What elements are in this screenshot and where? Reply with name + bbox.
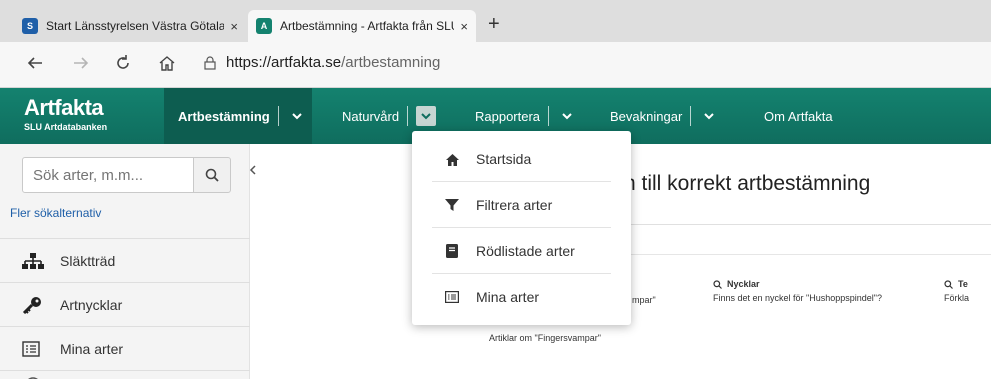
menu-item-mina-arter[interactable]: Mina arter bbox=[412, 274, 631, 320]
home-icon[interactable] bbox=[158, 54, 176, 76]
page-title: n till korrekt artbestämning bbox=[624, 172, 871, 195]
nav-label: Rapportera bbox=[475, 108, 541, 124]
browser-tab-artbestamning[interactable]: A Artbestämning - Artfakta från SLU × bbox=[248, 10, 476, 42]
menu-item-rodlistade-arter[interactable]: Rödlistade arter bbox=[412, 228, 631, 274]
list-icon bbox=[444, 291, 460, 303]
sidebar-item-slakttrad[interactable]: Släktträd bbox=[0, 240, 250, 282]
back-arrow-icon[interactable] bbox=[26, 54, 44, 76]
search-icon bbox=[205, 168, 219, 182]
sidebar: Fler sökalternativ Släktträd Artnycklar … bbox=[0, 144, 256, 379]
hint-te[interactable]: Te Förkla bbox=[944, 279, 969, 303]
sidebar-item-label: Mina arter bbox=[60, 341, 124, 357]
home-icon bbox=[444, 153, 460, 166]
chevron-down-icon[interactable] bbox=[416, 106, 437, 126]
browser-toolbar: https://artfakta.se/artbestamning bbox=[0, 42, 991, 88]
logo-subtitle: SLU Artdatabanken bbox=[24, 122, 108, 132]
search-icon bbox=[944, 279, 953, 289]
nav-label: Artbestämning bbox=[178, 108, 270, 124]
nav-label: Om Artfakta bbox=[764, 108, 833, 124]
search-button[interactable] bbox=[193, 157, 231, 193]
title-divider bbox=[612, 224, 991, 225]
collapse-sidebar-icon[interactable] bbox=[249, 164, 257, 178]
nav-label: Naturvård bbox=[342, 108, 400, 124]
menu-item-label: Rödlistade arter bbox=[476, 243, 575, 259]
tree-icon bbox=[22, 253, 50, 269]
search-icon bbox=[713, 279, 722, 289]
browser-tabstrip: S Start Länsstyrelsen Västra Götala × A … bbox=[0, 0, 991, 42]
browser-tab-lansstyrelsen[interactable]: S Start Länsstyrelsen Västra Götala × bbox=[14, 10, 246, 42]
tab-title: Start Länsstyrelsen Västra Götala bbox=[46, 19, 225, 33]
chevron-down-icon[interactable] bbox=[287, 106, 307, 126]
lansstyrelsen-favicon-icon: S bbox=[22, 18, 38, 34]
filter-icon bbox=[444, 198, 460, 212]
nav-om-artfakta[interactable]: Om Artfakta bbox=[764, 104, 833, 128]
menu-item-label: Filtrera arter bbox=[476, 197, 553, 213]
hint-item: mpar" bbox=[632, 295, 656, 305]
more-search-options-link[interactable]: Fler sökalternativ bbox=[10, 206, 101, 220]
chevron-down-icon[interactable] bbox=[557, 106, 577, 126]
help-icon[interactable] bbox=[24, 373, 42, 379]
nav-label: Bevakningar bbox=[610, 108, 683, 124]
sidebar-item-label: Artnycklar bbox=[60, 297, 123, 313]
menu-item-label: Startsida bbox=[476, 151, 532, 167]
new-tab-button[interactable]: + bbox=[488, 14, 500, 34]
key-icon bbox=[22, 296, 50, 314]
artfakta-favicon-icon: A bbox=[256, 18, 272, 34]
menu-item-filtrera-arter[interactable]: Filtrera arter bbox=[412, 182, 631, 228]
url-path: /artbestamning bbox=[341, 54, 441, 71]
hint-nycklar[interactable]: Nycklar Finns det en nyckel för "Hushopp… bbox=[713, 279, 882, 303]
list-icon bbox=[22, 341, 50, 357]
nav-naturvard[interactable]: Naturvård bbox=[342, 104, 437, 128]
hint-artiklar[interactable]: Artiklar om "Fingersvampar" bbox=[489, 329, 601, 343]
forward-arrow-icon[interactable] bbox=[72, 54, 90, 76]
nav-artbestamning[interactable]: Artbestämning bbox=[178, 104, 307, 128]
artfakta-logo[interactable]: Artfakta bbox=[24, 95, 104, 121]
close-tab-icon[interactable]: × bbox=[460, 19, 468, 34]
chevron-down-icon[interactable] bbox=[699, 106, 719, 126]
refresh-icon[interactable] bbox=[114, 54, 132, 76]
sidebar-item-mina-arter[interactable]: Mina arter bbox=[0, 328, 250, 370]
close-tab-icon[interactable]: × bbox=[230, 19, 238, 34]
naturvard-dropdown-menu: Startsida Filtrera arter Rödlistade arte… bbox=[412, 131, 631, 325]
menu-item-label: Mina arter bbox=[476, 289, 540, 305]
sidebar-item-label: Släktträd bbox=[60, 253, 116, 269]
sidebar-item-artnycklar[interactable]: Artnycklar bbox=[0, 284, 250, 326]
nav-rapportera[interactable]: Rapportera bbox=[475, 104, 577, 128]
url-host: https://artfakta.se bbox=[226, 54, 342, 71]
book-icon bbox=[444, 244, 460, 258]
tab-title: Artbestämning - Artfakta från SLU bbox=[280, 19, 455, 33]
address-bar[interactable]: https://artfakta.se/artbestamning bbox=[204, 54, 440, 71]
menu-item-startsida[interactable]: Startsida bbox=[412, 136, 631, 182]
nav-bevakningar[interactable]: Bevakningar bbox=[610, 104, 719, 128]
lock-icon bbox=[204, 55, 216, 70]
search-input[interactable] bbox=[22, 157, 194, 193]
